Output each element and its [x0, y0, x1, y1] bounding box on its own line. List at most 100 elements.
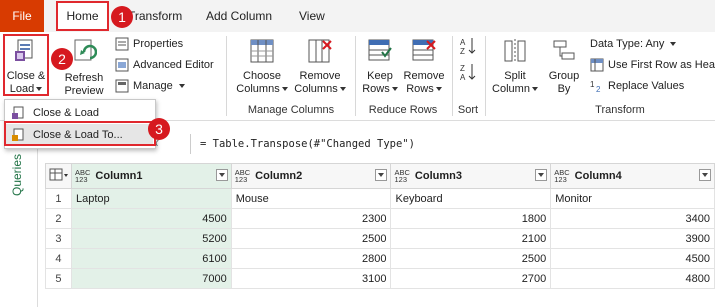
group-by-button[interactable]: Group By	[544, 38, 584, 96]
table-cell[interactable]: Keyboard	[390, 188, 552, 209]
manage-icon	[115, 79, 129, 93]
remove-rows-button[interactable]: Remove Rows	[402, 38, 446, 96]
formula-divider	[190, 134, 191, 154]
data-type-label: Data Type: Any	[590, 38, 665, 50]
properties-label: Properties	[133, 38, 184, 50]
split-column-button[interactable]: Split Column	[490, 38, 540, 96]
group-by-label-line2: By	[557, 83, 571, 95]
column-header-1[interactable]: ABC 123 Column1	[70, 163, 232, 189]
advanced-editor-icon	[115, 58, 129, 72]
table-cell[interactable]: Monitor	[550, 188, 715, 209]
tab-file[interactable]: File	[0, 0, 44, 32]
column-header-4[interactable]: ABC 123 Column4	[550, 163, 715, 189]
choose-columns-label-line1: Choose	[243, 70, 281, 82]
use-first-row-label: Use First Row as Hea	[608, 59, 715, 71]
properties-icon	[115, 37, 129, 51]
table-cell[interactable]: 2700	[390, 268, 552, 289]
table-icon	[49, 168, 68, 180]
table-cell[interactable]: 3400	[550, 208, 715, 229]
filter-dropdown-icon[interactable]	[375, 169, 388, 181]
sort-descending-button[interactable]: ZA	[459, 62, 477, 85]
table-cell[interactable]: 6100	[70, 248, 232, 269]
tab-transform[interactable]: Transform	[128, 0, 182, 32]
close-load-menu-icon	[12, 106, 24, 119]
choose-columns-button[interactable]: Choose Columns	[234, 38, 290, 96]
table-cell[interactable]: Mouse	[230, 188, 392, 209]
remove-columns-label-line1: Remove	[299, 70, 341, 82]
table-cell[interactable]: 4800	[550, 268, 715, 289]
table-cell[interactable]: 4500	[70, 208, 232, 229]
manage-label: Manage	[133, 80, 173, 92]
preview-table: ABC 123 Column1 ABC 123 Column2 ABC 123 Column…	[45, 163, 715, 289]
keep-rows-label-line1: Keep	[367, 70, 393, 82]
table-cell[interactable]: 2300	[230, 208, 392, 229]
close-load-label-line1: Close &	[6, 70, 46, 82]
row-number: 5	[45, 268, 72, 289]
split-column-icon	[490, 38, 540, 68]
remove-columns-icon	[292, 38, 348, 68]
remove-rows-label-line2: Rows	[402, 83, 446, 96]
keep-rows-label-line2: Rows	[360, 83, 400, 96]
table-cell[interactable]: 1800	[390, 208, 552, 229]
callout-3: 3	[148, 118, 170, 140]
filter-dropdown-icon[interactable]	[215, 169, 228, 181]
table-cell[interactable]: 7000	[70, 268, 232, 289]
type-any-icon: ABC 123	[554, 168, 570, 184]
column-header-3[interactable]: ABC 123 Column3	[390, 163, 552, 189]
replace-values-label: Replace Values	[608, 80, 685, 92]
group-by-label-line1: Group	[548, 70, 580, 82]
svg-text:Z: Z	[460, 64, 465, 73]
remove-rows-icon	[402, 38, 446, 68]
filter-dropdown-icon[interactable]	[535, 169, 548, 181]
formula-input[interactable]: = Table.Transpose(#"Changed Type")	[200, 130, 415, 158]
replace-values-icon: 12	[590, 80, 601, 93]
refresh-icon	[62, 38, 106, 70]
type-any-icon: ABC 123	[394, 168, 410, 184]
close-load-icon	[5, 38, 47, 68]
remove-columns-button[interactable]: Remove Columns	[292, 38, 348, 96]
table-cell[interactable]: 4500	[550, 248, 715, 269]
ribbon-separator	[226, 36, 227, 116]
data-type-dropdown[interactable]: Data Type: Any	[590, 36, 677, 52]
group-label-sort: Sort	[457, 104, 479, 116]
table-cell[interactable]: 2800	[230, 248, 392, 269]
ribbon-separator	[485, 36, 486, 116]
svg-text:A: A	[460, 73, 466, 82]
table-header-row: ABC 123 Column1 ABC 123 Column2 ABC 123 Column…	[45, 163, 715, 189]
table-cell[interactable]: 3100	[230, 268, 392, 289]
column-header-label: Column3	[414, 170, 462, 182]
row-number: 4	[45, 248, 72, 269]
ribbon-tab-bar: File Home Transform Add Column View	[0, 0, 715, 32]
sort-descending-icon: ZA	[460, 64, 476, 82]
table-cell[interactable]: 2100	[390, 228, 552, 249]
manage-button[interactable]: Manage	[115, 78, 185, 94]
tab-view[interactable]: View	[299, 0, 325, 32]
advanced-editor-button[interactable]: Advanced Editor	[115, 57, 214, 73]
table-cell[interactable]: Laptop	[70, 188, 232, 209]
table-row: 2 4500 2300 1800 3400	[45, 208, 715, 229]
table-cell[interactable]: 5200	[70, 228, 232, 249]
table-cell[interactable]: 2500	[230, 228, 392, 249]
close-load-button[interactable]: Close & Load	[5, 38, 47, 96]
table-menu-corner[interactable]	[45, 163, 72, 189]
table-row: 3 5200 2500 2100 3900	[45, 228, 715, 249]
sort-ascending-button[interactable]: AZ	[459, 36, 477, 59]
table-cell[interactable]: 2500	[390, 248, 552, 269]
keep-rows-icon	[360, 38, 400, 68]
remove-rows-label-line1: Remove	[403, 70, 445, 82]
table-cell[interactable]: 3900	[550, 228, 715, 249]
column-header-label: Column1	[95, 170, 143, 182]
keep-rows-button[interactable]: Keep Rows	[360, 38, 400, 96]
tab-add-column[interactable]: Add Column	[206, 0, 272, 32]
use-first-row-button[interactable]: Use First Row as Hea	[590, 57, 715, 73]
row-number: 2	[45, 208, 72, 229]
replace-values-button[interactable]: 12 Replace Values	[590, 78, 684, 94]
refresh-label-line1: Refresh	[64, 72, 104, 84]
properties-button[interactable]: Properties	[115, 36, 183, 52]
tab-home[interactable]: Home	[56, 1, 109, 31]
column-header-2[interactable]: ABC 123 Column2	[230, 163, 392, 189]
type-any-icon: ABC 123	[74, 168, 91, 184]
close-load-label-line2: Load	[5, 83, 47, 96]
filter-dropdown-icon[interactable]	[699, 169, 711, 181]
close-load-to-highlight	[4, 121, 156, 146]
